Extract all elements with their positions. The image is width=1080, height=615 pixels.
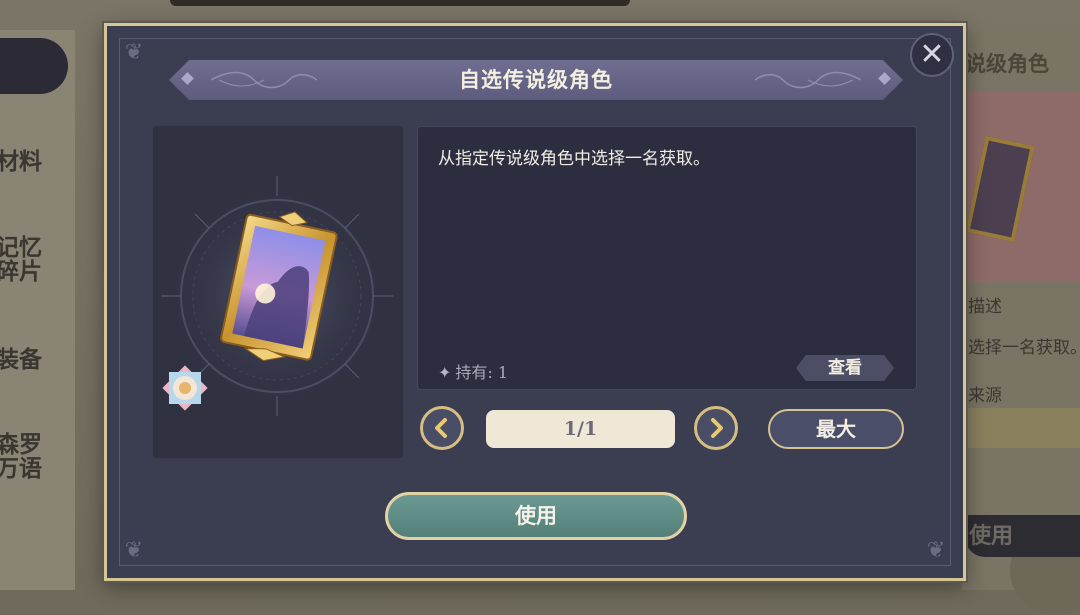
background-use-button: 使用 <box>965 515 1080 557</box>
background-menu-item: 记忆 碎片 <box>0 234 42 285</box>
corner-ornament-icon: ❦ <box>124 538 144 563</box>
close-icon: ✕ <box>919 37 945 72</box>
increase-button[interactable] <box>694 406 738 450</box>
rarity-flower-badge-icon <box>162 365 208 411</box>
background-source-header: 来源 <box>968 386 1002 406</box>
corner-ornament-icon: ❦ <box>124 40 144 65</box>
owned-label: 持有: 1 <box>455 363 509 382</box>
chevron-left-icon <box>435 418 447 438</box>
owned-count: ✦ 持有: 1 <box>438 359 508 383</box>
background-left-tab-active <box>0 38 68 94</box>
decrease-button[interactable] <box>420 406 464 450</box>
dialog-title: 自选传说级角色 <box>459 67 613 92</box>
use-button[interactable]: 使用 <box>385 492 687 540</box>
max-button[interactable]: 最大 <box>768 409 904 449</box>
quantity-field[interactable]: 1/1 <box>486 410 675 448</box>
background-right-title: 说级角色 <box>965 51 1049 76</box>
background-menu-item: 森罗 万语 <box>0 431 42 482</box>
item-preview-panel <box>153 126 403 458</box>
description-panel: 从指定传说级角色中选择一名获取。 ✦ 持有: 1 查看 <box>417 126 917 390</box>
corner-ornament-icon: ❦ <box>926 538 946 563</box>
item-use-dialog: ❦ ❦ ❦ 自选传说级角色 ✕ 从指定传说级角色中选择一名获取。 ✦ 持有: 1… <box>104 23 966 581</box>
background-menu-item: 装备 <box>0 346 42 373</box>
sparkle-icon: ✦ <box>438 363 452 382</box>
background-desc-snippet: 选择一名获取。 <box>968 338 1080 358</box>
background-menu-item: 材料 <box>0 148 42 175</box>
title-banner: 自选传说级角色 <box>169 60 903 100</box>
chevron-right-icon <box>711 418 723 438</box>
close-button[interactable]: ✕ <box>910 33 954 77</box>
item-description: 从指定传说级角色中选择一名获取。 <box>438 149 710 169</box>
background-top-bar <box>170 0 630 6</box>
view-button[interactable]: 查看 <box>796 355 894 381</box>
background-desc-header: 描述 <box>968 297 1002 317</box>
background-left-menu <box>0 30 75 590</box>
background-source-bar <box>965 408 1080 448</box>
